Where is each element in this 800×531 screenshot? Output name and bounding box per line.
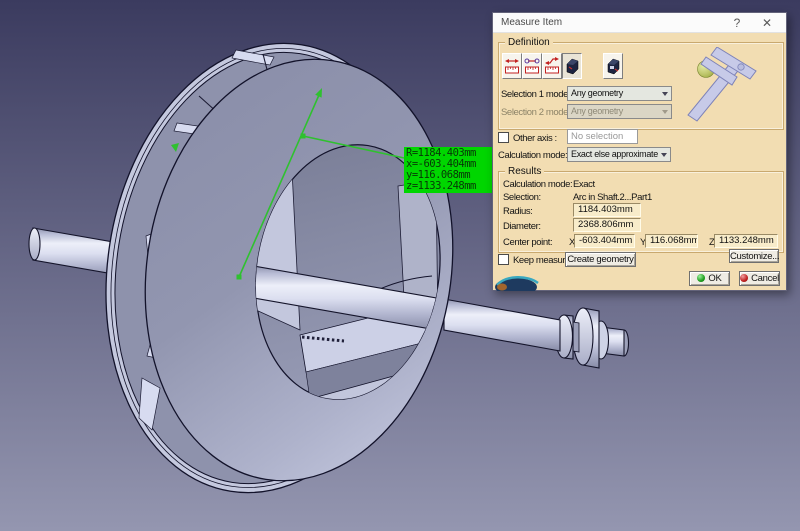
measure-between-chain-icon [544,56,560,76]
radius-field[interactable]: 1184.403mm [573,203,641,217]
other-axis-label: Other axis : [513,133,557,144]
measure-between-ref-button[interactable] [522,53,542,79]
help-icon[interactable]: ? [728,15,746,31]
cancel-label: Cancel [751,273,779,284]
other-axis-field[interactable]: No selection [567,129,638,144]
selection1-label: Selection 1 mode: [501,89,570,100]
selection1-mode-dropdown[interactable]: Any geometry [567,86,672,101]
calc-mode-value: Exact else approximate [571,149,658,159]
measure-item-button[interactable] [562,53,582,79]
diameter-field[interactable]: 2368.806mm [573,218,641,232]
measure-item-dialog: Measure Item ? ✕ Definition [492,12,787,291]
results-selection-value: Arc in Shaft.2...Part1 [573,192,652,203]
close-icon[interactable]: ✕ [758,15,776,31]
calc-mode-label: Calculation mode: [498,150,567,161]
ok-button[interactable]: OK [689,271,730,286]
center-point-label: Center point: [503,237,552,248]
center-z-field[interactable]: 1133.248mm [714,234,778,248]
keep-measure-label: Keep measure [513,255,570,266]
selection2-label: Selection 2 mode: [501,107,570,118]
caliper-illustration [677,47,769,133]
other-axis-checkbox[interactable] [498,132,509,143]
measure-item-dims-button[interactable] [603,53,623,79]
create-geometry-button[interactable]: Create geometry [565,252,636,267]
measure-between-button[interactable] [502,53,522,79]
dialog-title: Measure Item [501,17,562,28]
results-calc-mode-label: Calculation mode: [503,179,572,190]
calc-mode-dropdown[interactable]: Exact else approximate [567,147,671,162]
ok-label: OK [708,273,721,284]
chevron-down-icon [661,153,667,157]
radius-label: Radius: [503,206,532,217]
measure-item-dims-icon [605,56,621,76]
measure-z-text: z=1133.248mm [406,181,501,192]
measure-between-ref-icon [524,56,540,76]
brand-swoosh-logo [494,272,542,291]
keep-measure-checkbox[interactable] [498,254,509,265]
results-legend: Results [505,166,544,177]
selection2-value: Any geometry [571,106,623,116]
cancel-red-dot-icon [740,274,748,282]
shaft-right-end [444,299,629,368]
selection2-mode-dropdown: Any geometry [567,104,672,119]
chevron-down-icon [662,92,668,96]
selection1-value: Any geometry [571,88,623,98]
chevron-down-icon [662,110,668,114]
ok-green-dot-icon [697,274,705,282]
cancel-button[interactable]: Cancel [739,271,780,286]
center-y-field[interactable]: 116.068mm [645,234,698,248]
measure-value-label[interactable]: R=1184.403mm x=-603.404mm y=116.068mm z=… [404,147,501,193]
results-selection-label: Selection: [503,192,541,203]
catia-window: R=1184.403mm x=-603.404mm y=116.068mm z=… [0,0,800,531]
center-x-field[interactable]: -603.404mm [574,234,635,248]
dialog-titlebar[interactable]: Measure Item ? ✕ [493,13,786,33]
measure-between-chain-button[interactable] [542,53,562,79]
measure-item-icon [564,56,580,76]
diameter-label: Diameter: [503,221,541,232]
definition-legend: Definition [505,37,553,48]
results-calc-mode-value: Exact [573,179,595,190]
customize-button[interactable]: Customize... [729,249,779,263]
measure-between-icon [504,56,520,76]
